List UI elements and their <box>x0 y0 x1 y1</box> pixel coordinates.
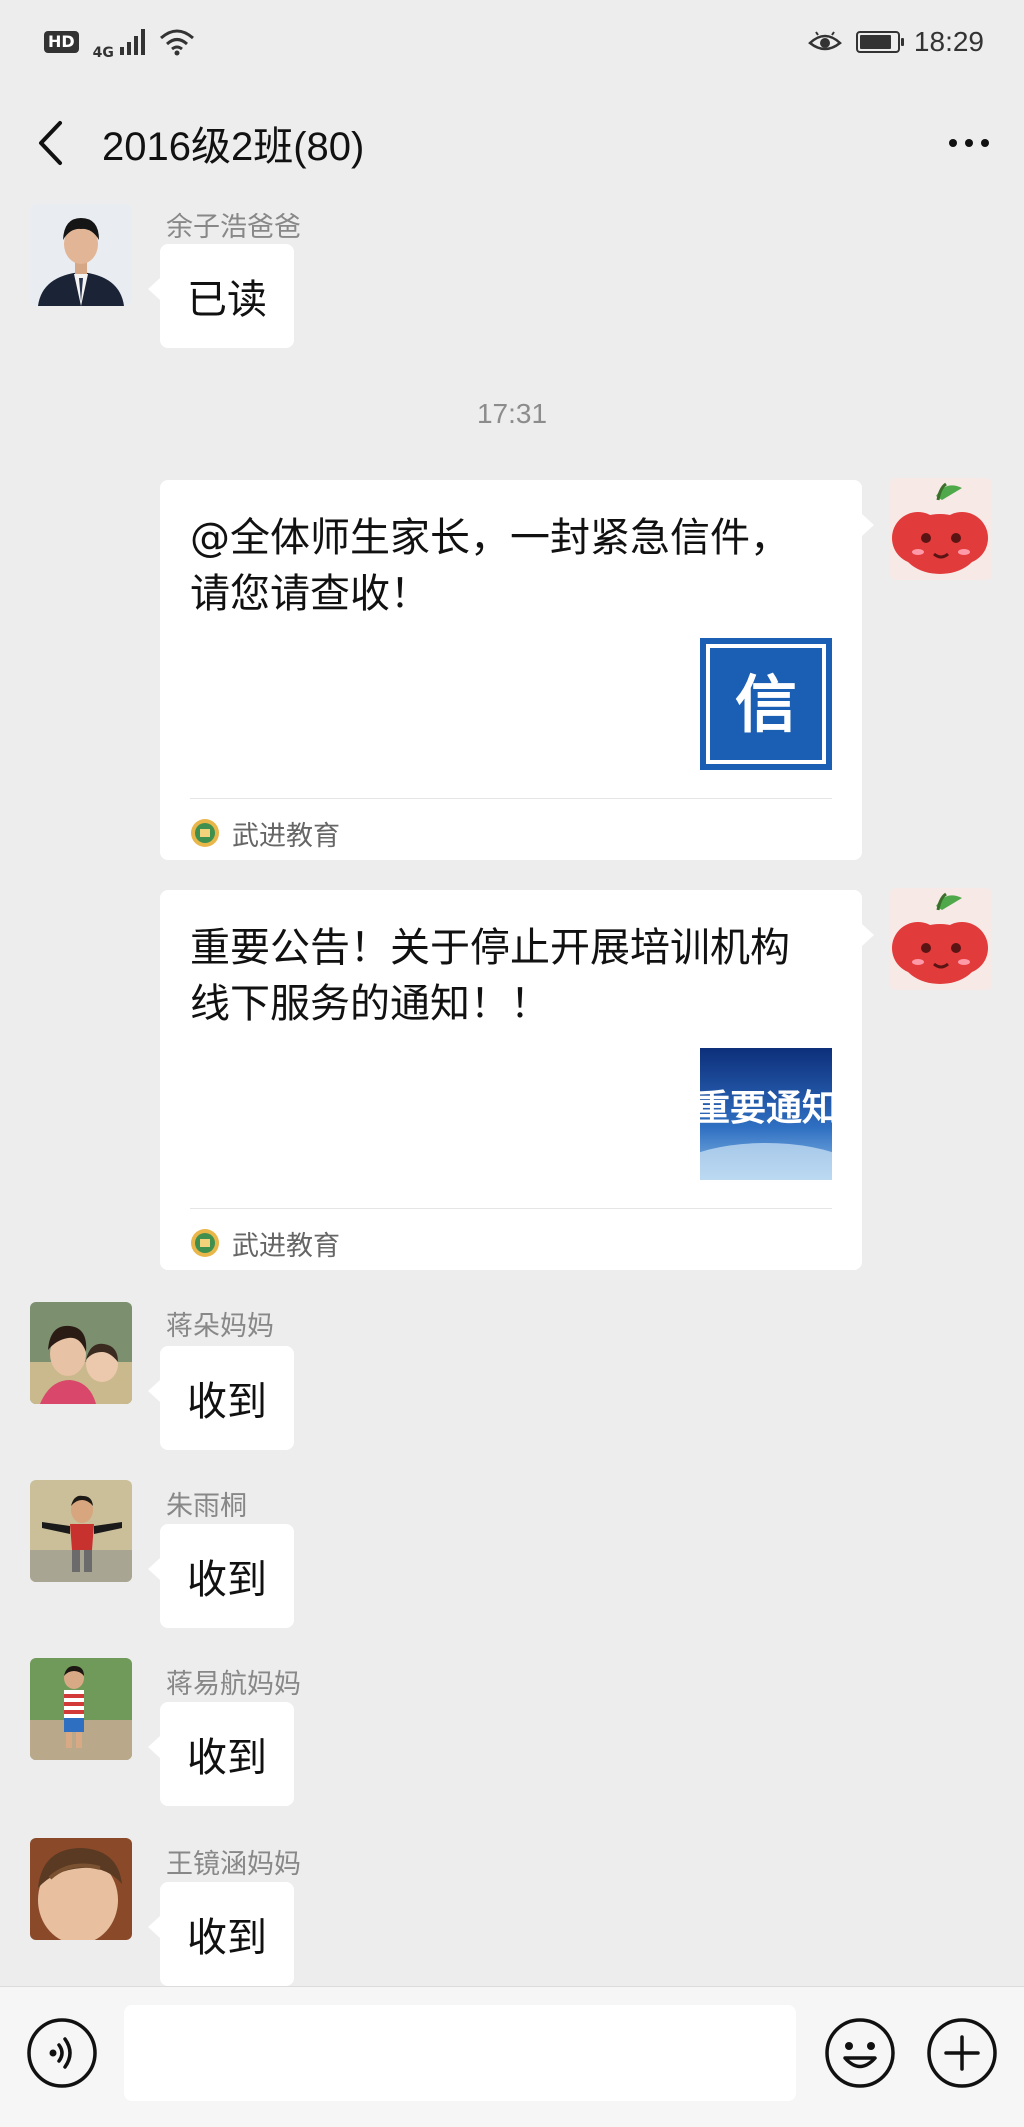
network-type: 4G <box>92 45 114 61</box>
avatar[interactable] <box>30 204 132 306</box>
card-thumbnail: 信 <box>700 638 832 770</box>
emoji-button[interactable] <box>824 2017 896 2089</box>
thumb-char: 信 <box>735 668 797 741</box>
more-functions-button[interactable] <box>926 2017 998 2089</box>
battery-level <box>859 35 891 49</box>
avatar[interactable] <box>30 1480 132 1582</box>
card-divider <box>190 1208 832 1209</box>
emoji-icon <box>825 2018 895 2088</box>
message-bubble[interactable]: 收到 <box>148 1702 294 1806</box>
status-right: 18:29 <box>808 26 984 58</box>
source-name: 武进教育 <box>232 820 340 852</box>
article-card[interactable]: @全体师生家长，一封紧急信件，请您请查收！ 信 武进教育 <box>160 480 874 860</box>
message-text: 收到 <box>187 1557 267 1603</box>
status-bar: HD 4G 18:29 <box>0 0 1024 84</box>
avatar-self[interactable] <box>890 478 992 580</box>
source-name: 武进教育 <box>232 1230 340 1262</box>
back-button[interactable] <box>0 84 100 202</box>
battery-icon <box>855 31 904 53</box>
time-separator: 17:31 <box>476 398 548 429</box>
card-title: 重要公告！关于停止开展培训机构线下服务的通知！！ <box>190 925 790 1027</box>
card-source: 武进教育 <box>190 1218 340 1268</box>
eye-icon <box>808 31 842 51</box>
thumb-text: 重要通知 <box>700 1087 832 1129</box>
sender-name: 余子浩爸爸 <box>166 212 301 243</box>
article-card[interactable]: 重要公告！关于停止开展培训机构线下服务的通知！！ 重要通知 武进教育 <box>160 890 874 1270</box>
voice-button[interactable] <box>26 2017 98 2089</box>
more-button[interactable] <box>914 84 1024 202</box>
source-logo-icon <box>191 1229 219 1257</box>
source-logo-icon <box>191 819 219 847</box>
avatar[interactable] <box>30 1302 132 1404</box>
message-text: 收到 <box>187 1915 267 1961</box>
signal-icon <box>119 29 145 55</box>
message-bubble[interactable]: 收到 <box>148 1346 294 1450</box>
message-text: 收到 <box>187 1379 267 1425</box>
sender-name: 王镜涵妈妈 <box>166 1849 301 1880</box>
status-left: HD 4G <box>44 23 195 61</box>
hd-badge: HD <box>44 31 79 53</box>
avatar[interactable] <box>30 1658 132 1760</box>
voice-icon <box>27 2018 97 2088</box>
message-text: 收到 <box>187 1735 267 1781</box>
card-source: 武进教育 <box>190 808 340 858</box>
wifi-icon <box>159 29 194 56</box>
chat-title: 2016级2班(80) <box>102 125 365 169</box>
chat-header: 2016级2班(80) <box>0 84 1024 202</box>
more-dots-icon <box>949 139 957 147</box>
input-bar <box>0 1986 1024 2127</box>
message-input[interactable] <box>124 2005 796 2101</box>
sender-name: 朱雨桐 <box>166 1491 247 1522</box>
chevron-left-icon <box>39 121 62 165</box>
avatar[interactable] <box>30 1838 132 1940</box>
plus-icon <box>927 2018 997 2088</box>
message-bubble[interactable]: 已读 <box>148 244 294 348</box>
card-thumbnail: 重要通知 <box>700 1048 832 1180</box>
avatar-self[interactable] <box>890 888 992 990</box>
clock: 18:29 <box>913 26 984 57</box>
message-text: 已读 <box>187 277 267 323</box>
sender-name: 蒋朵妈妈 <box>166 1311 274 1342</box>
message-bubble[interactable]: 收到 <box>148 1882 294 1986</box>
sender-name: 蒋易航妈妈 <box>166 1669 301 1700</box>
card-divider <box>190 798 832 799</box>
card-title: @全体师生家长，一封紧急信件，请您请查收！ <box>190 515 790 617</box>
message-bubble[interactable]: 收到 <box>148 1524 294 1628</box>
